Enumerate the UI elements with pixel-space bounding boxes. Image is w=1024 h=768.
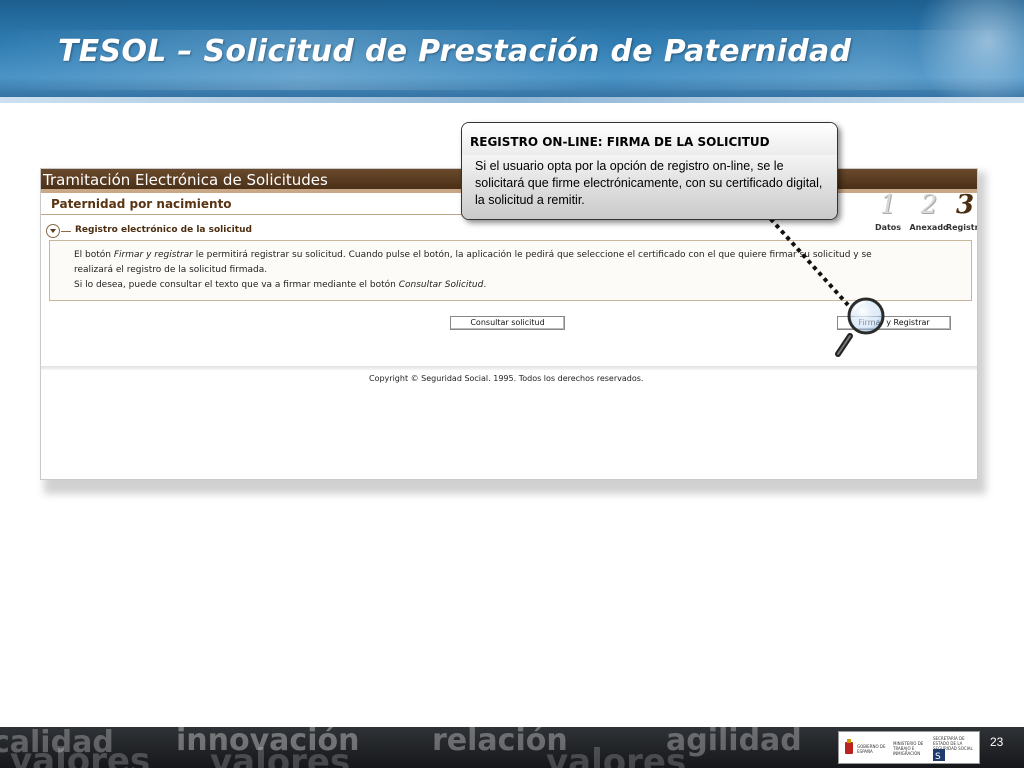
logo-text: MINISTERIO DE TRABAJO E INMIGRACIÓN [893, 741, 924, 756]
seguridad-social-icon: S [933, 749, 945, 761]
slide: TESOL – Solicitud de Prestación de Pater… [0, 0, 1024, 768]
step-datos[interactable]: 1 Datos [867, 191, 909, 239]
step-number: 3 [955, 190, 975, 220]
step-registro[interactable]: 3 Registro [944, 190, 977, 239]
slide-title: TESOL – Solicitud de Prestación de Pater… [58, 34, 852, 69]
consultar-solicitud-button[interactable]: Consultar solicitud [450, 316, 565, 330]
subsection-connector [61, 231, 71, 232]
gobierno-logo: GOBIERNO DE ESPAÑA [843, 735, 887, 762]
government-logos: GOBIERNO DE ESPAÑA MINISTERIO DE TRABAJO… [838, 731, 980, 764]
footer-word: agilidad [666, 727, 802, 758]
copyright-text: Copyright © Seguridad Social. 1995. Todo… [369, 374, 644, 383]
ministerio-logo: MINISTERIO DE TRABAJO E INMIGRACIÓN [891, 735, 929, 762]
step-number: 1 [879, 190, 897, 220]
callout-text: Si el usuario opta por la opción de regi… [475, 159, 823, 207]
app-footer-separator [41, 366, 977, 370]
step-label: Registro [945, 223, 977, 232]
footer-word: valores [210, 742, 351, 768]
info-line: Si lo desea, puede consultar el texto qu… [74, 280, 487, 290]
svg-text:S: S [935, 752, 941, 761]
info-line: realizará el registro de la solicitud fi… [74, 265, 268, 275]
seguridad-social-logo: SECRETARÍA DE ESTADO DE LA SEGURIDAD SOC… [931, 735, 979, 762]
header-statue-image [904, 0, 1024, 103]
info-box: El botón Firmar y registrar le permitirá… [49, 240, 972, 301]
footer-word: valores [10, 741, 151, 768]
collapse-icon[interactable] [46, 224, 60, 238]
magnifier-icon [835, 297, 885, 357]
section-title: Paternidad por nacimiento [51, 197, 232, 211]
subsection-title: Registro electrónico de la solicitud [75, 225, 252, 235]
coat-of-arms-icon [845, 739, 853, 754]
callout-title: REGISTRO ON-LINE: FIRMA DE LA SOLICITUD [470, 135, 770, 149]
logo-text: GOBIERNO DE ESPAÑA [857, 744, 886, 754]
app-title: Tramitación Electrónica de Solicitudes [43, 171, 328, 189]
callout-box: REGISTRO ON-LINE: FIRMA DE LA SOLICITUD … [461, 122, 838, 220]
header-divider [0, 97, 1024, 103]
info-line: El botón Firmar y registrar le permitirá… [74, 250, 872, 260]
step-label: Datos [874, 223, 902, 232]
page-number: 23 [990, 735, 1004, 749]
header-banner: TESOL – Solicitud de Prestación de Pater… [0, 0, 1024, 103]
